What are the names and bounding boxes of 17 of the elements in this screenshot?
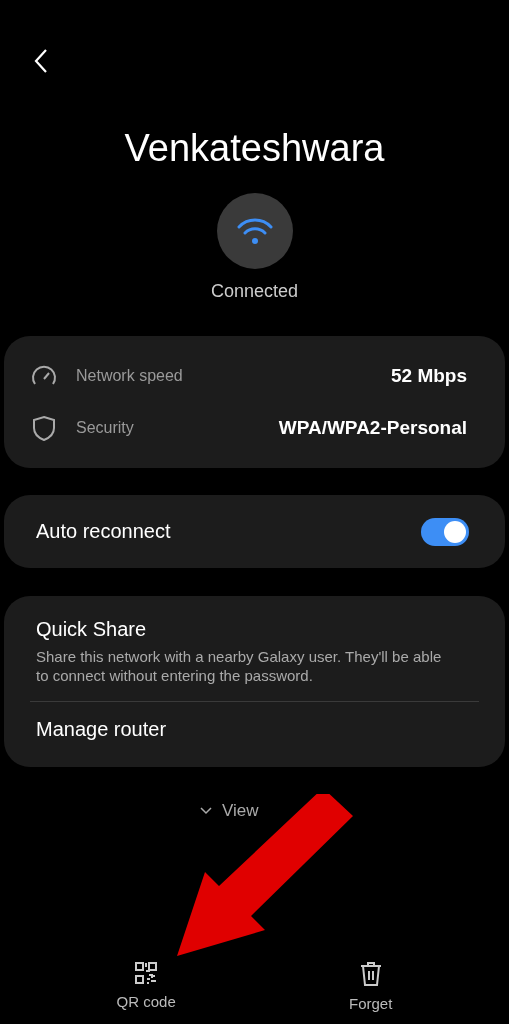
network-title: Venkateshwara: [123, 126, 386, 171]
action-button[interactable]: Forget: [329, 955, 413, 1018]
setting-label: Auto reconnect: [36, 520, 171, 543]
detail-value: 52 Mbps: [390, 365, 467, 387]
detail-label: Network speed: [76, 367, 184, 385]
qr-code-icon: [134, 961, 159, 985]
detail-value: WPA/WPA2-Personal: [278, 417, 467, 439]
option-item[interactable]: Quick Share Share this network with a nearby Galaxy user. They'll be able to connect without entering the password.: [30, 618, 479, 695]
chevron-down-icon: [200, 807, 212, 815]
shield-icon: [30, 414, 58, 442]
detail-label: Security: [76, 419, 135, 437]
view-more-button[interactable]: View: [196, 797, 263, 825]
action-button[interactable]: QR code: [96, 955, 196, 1018]
connection-status: Connected: [209, 281, 300, 302]
toggle-switch[interactable]: [421, 517, 469, 546]
trash-icon: [358, 961, 383, 987]
option-item[interactable]: Manage router: [30, 718, 479, 749]
